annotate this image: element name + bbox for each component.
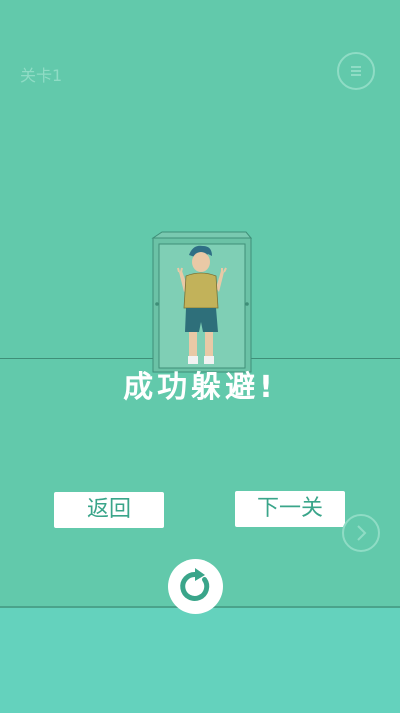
menu-icon [351, 66, 361, 76]
back-button[interactable]: 返回 [54, 492, 164, 528]
chevron-right-icon [357, 525, 367, 541]
replay-icon [180, 568, 210, 601]
success-message: 成功躲避! [123, 370, 277, 405]
level-label: 关卡1 [20, 66, 63, 85]
closet-scene [151, 231, 253, 373]
next-level-button[interactable]: 下一关 [235, 491, 345, 527]
ground [0, 606, 400, 713]
replay-button[interactable] [168, 559, 223, 614]
menu-button[interactable] [337, 52, 375, 90]
next-arrow-button[interactable] [342, 514, 380, 552]
